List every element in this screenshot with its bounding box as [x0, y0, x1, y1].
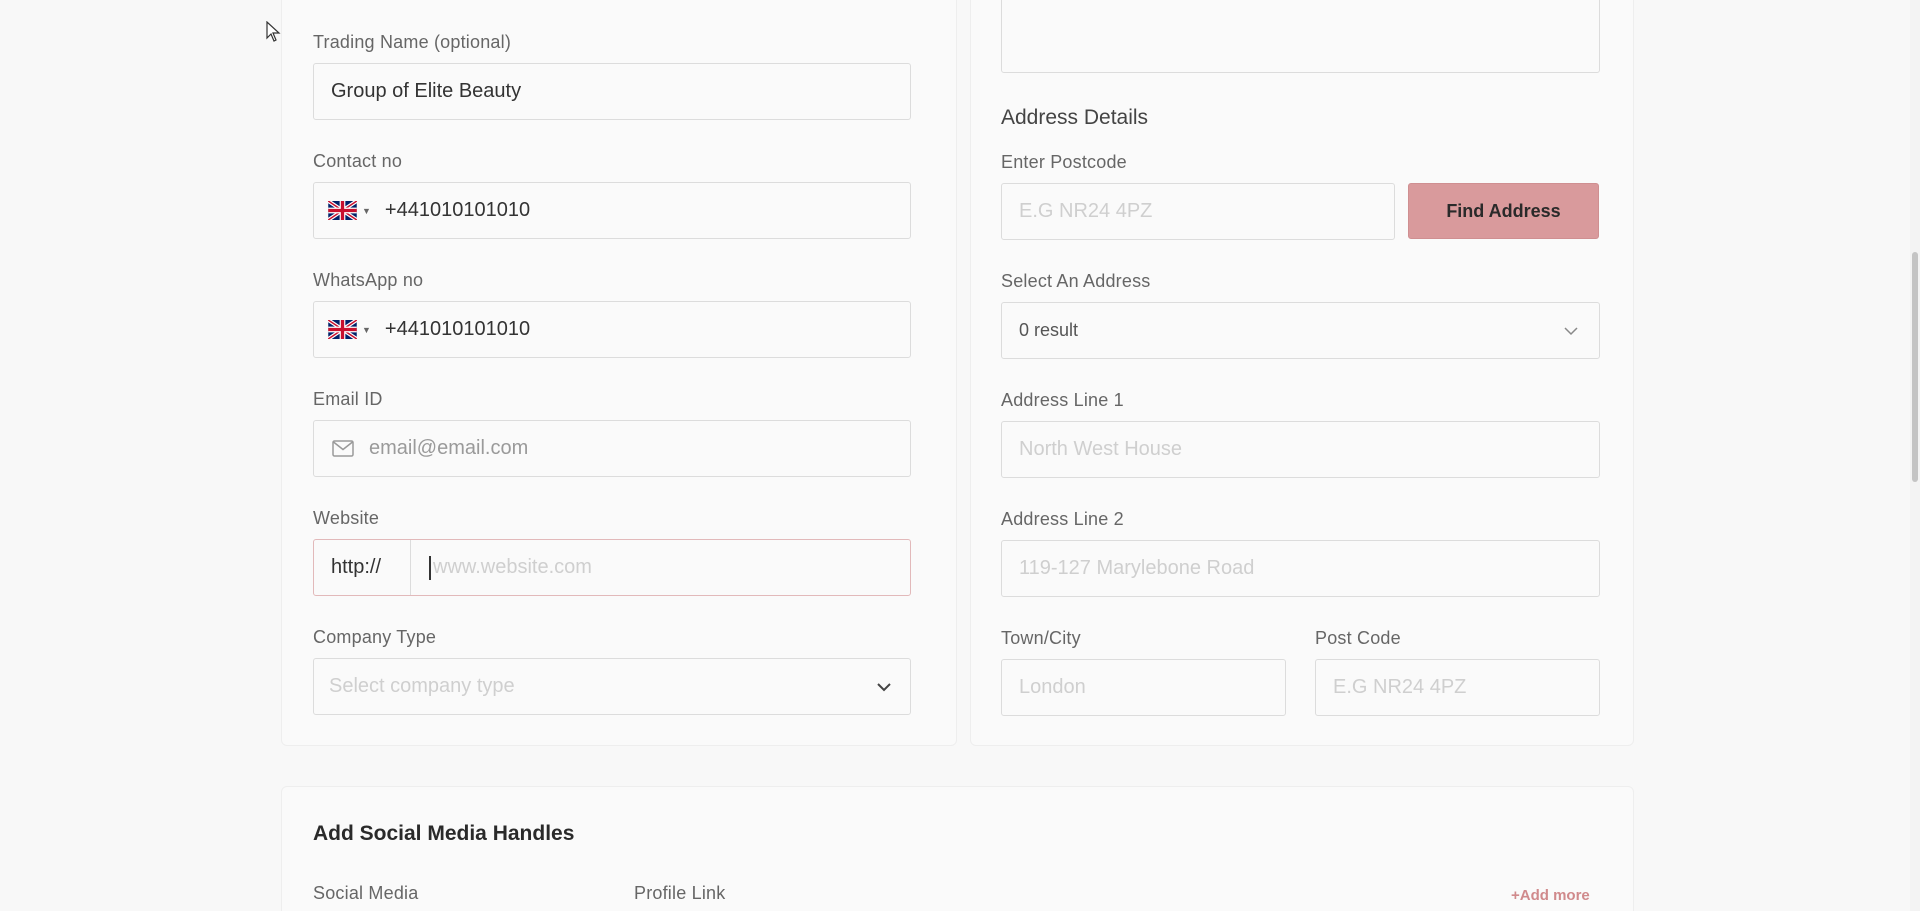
chevron-down-icon	[877, 682, 891, 691]
uk-flag-icon	[328, 201, 357, 220]
post-code-input[interactable]: E.G NR24 4PZ	[1315, 659, 1600, 716]
description-textarea[interactable]	[1001, 0, 1600, 73]
whatsapp-no-input[interactable]: ▼ +441010101010	[313, 301, 911, 358]
country-code-selector[interactable]: ▼	[328, 320, 371, 339]
mouse-pointer-icon	[266, 21, 281, 42]
website-prefix: http://	[314, 540, 411, 595]
address-line2-label: Address Line 2	[1001, 509, 1124, 529]
town-placeholder: London	[1019, 676, 1086, 698]
postcode-search-label: Enter Postcode	[1001, 152, 1127, 172]
address-details-heading: Address Details	[1001, 106, 1149, 129]
contact-no-label: Contact no	[313, 151, 403, 171]
select-address-dropdown[interactable]: 0 result	[1001, 302, 1600, 359]
envelope-icon	[332, 440, 354, 457]
trading-name-input[interactable]: Group of Elite Beauty	[313, 63, 911, 120]
scrollbar-thumb[interactable]	[1912, 252, 1918, 482]
profile-link-column-label: Profile Link	[634, 883, 726, 903]
town-input[interactable]: London	[1001, 659, 1286, 716]
email-input[interactable]: email@email.com	[313, 420, 911, 477]
email-label: Email ID	[313, 389, 383, 409]
website-input[interactable]: www.website.com	[411, 540, 910, 595]
chevron-down-icon	[1564, 326, 1578, 335]
caret-down-icon: ▼	[362, 324, 371, 335]
contact-no-input[interactable]: ▼ +441010101010	[313, 182, 911, 239]
country-code-selector[interactable]: ▼	[328, 201, 371, 220]
postcode-search-placeholder: E.G NR24 4PZ	[1019, 200, 1153, 222]
email-placeholder: email@email.com	[369, 437, 529, 459]
website-placeholder: www.website.com	[433, 556, 592, 578]
whatsapp-no-label: WhatsApp no	[313, 270, 424, 290]
address-line1-input[interactable]: North West House	[1001, 421, 1600, 478]
trading-name-value: Group of Elite Beauty	[331, 80, 522, 102]
town-label: Town/City	[1001, 628, 1081, 648]
website-prefix-text: http://	[331, 556, 382, 578]
social-media-card	[281, 786, 1634, 911]
contact-no-value: +441010101010	[384, 199, 531, 221]
address-line1-placeholder: North West House	[1019, 438, 1183, 460]
uk-flag-icon	[328, 320, 357, 339]
social-media-column-label: Social Media	[313, 883, 419, 903]
website-input-group: http:// www.website.com	[313, 539, 911, 596]
select-address-label: Select An Address	[1001, 271, 1151, 291]
find-address-button[interactable]: Find Address	[1408, 183, 1599, 239]
address-line1-label: Address Line 1	[1001, 390, 1124, 410]
address-line2-placeholder: 119-127 Marylebone Road	[1019, 557, 1255, 579]
trading-name-label: Trading Name (optional)	[313, 32, 512, 52]
select-address-value: 0 result	[1019, 320, 1079, 340]
company-type-label: Company Type	[313, 627, 437, 647]
caret-down-icon: ▼	[362, 205, 371, 216]
post-code-label: Post Code	[1315, 628, 1401, 648]
address-line2-input[interactable]: 119-127 Marylebone Road	[1001, 540, 1600, 597]
postcode-search-input[interactable]: E.G NR24 4PZ	[1001, 183, 1395, 240]
website-label: Website	[313, 508, 380, 528]
add-more-link[interactable]: +Add more	[1511, 887, 1590, 904]
company-type-select[interactable]: Select company type	[313, 658, 911, 715]
whatsapp-no-value: +441010101010	[384, 318, 531, 340]
text-cursor	[429, 555, 431, 580]
company-type-placeholder: Select company type	[329, 675, 515, 697]
social-media-heading: Add Social Media Handles	[313, 822, 575, 845]
post-code-placeholder: E.G NR24 4PZ	[1333, 676, 1467, 698]
